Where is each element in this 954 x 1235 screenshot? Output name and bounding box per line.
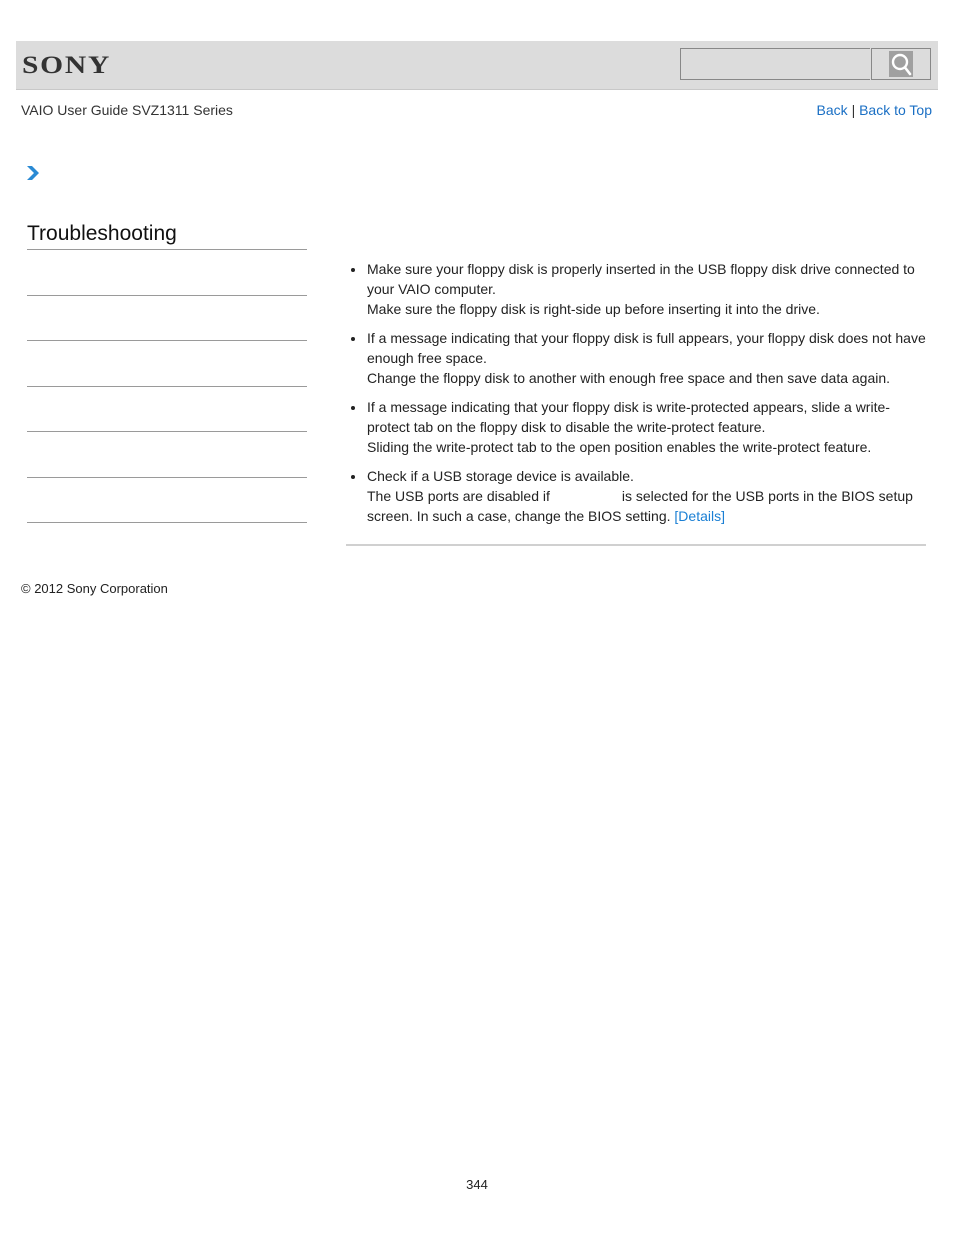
tip-main: If a message indicating that your floppy… [367, 330, 926, 366]
sidebar-item[interactable] [27, 295, 307, 296]
tip-main: Check if a USB storage device is availab… [367, 468, 634, 484]
details-link[interactable]: [Details] [674, 508, 725, 524]
nav-separator: | [851, 102, 856, 118]
nav-links: Back | Back to Top [817, 102, 932, 118]
sidebar-title: Troubleshooting [27, 222, 177, 245]
sony-logo: SONY [22, 52, 112, 79]
page-number: 344 [466, 1177, 488, 1192]
sidebar-item[interactable] [27, 340, 307, 341]
magnifier-icon [889, 51, 913, 77]
back-to-top-link[interactable]: Back to Top [859, 102, 932, 118]
sidebar-divider [27, 249, 307, 250]
copyright: © 2012 Sony Corporation [21, 581, 168, 596]
content-divider [346, 544, 926, 546]
list-item: Check if a USB storage device is availab… [346, 466, 926, 526]
sidebar-item[interactable] [27, 477, 307, 478]
guide-title: VAIO User Guide SVZ1311 Series [21, 102, 233, 118]
tip-detail: Change the floppy disk to another with e… [367, 370, 891, 386]
chevron-right-icon[interactable] [26, 165, 40, 186]
list-item: If a message indicating that your floppy… [346, 328, 926, 388]
list-item: Make sure your floppy disk is properly i… [346, 259, 926, 319]
site-header: SONY [16, 41, 938, 90]
tip-main: Make sure your floppy disk is properly i… [367, 261, 915, 297]
sidebar-item[interactable] [27, 386, 307, 387]
search-button[interactable] [871, 48, 931, 80]
tip-detail: Sliding the write-protect tab to the ope… [367, 439, 872, 455]
tip-main: If a message indicating that your floppy… [367, 399, 890, 435]
back-link[interactable]: Back [817, 102, 848, 118]
tip-detail-pre: The USB ports are disabled if [367, 488, 550, 504]
tips-list: Make sure your floppy disk is properly i… [346, 259, 926, 526]
search-input[interactable] [680, 48, 870, 80]
sidebar-item[interactable] [27, 522, 307, 523]
main-content: Make sure your floppy disk is properly i… [346, 259, 926, 535]
sidebar-item[interactable] [27, 431, 307, 432]
list-item: If a message indicating that your floppy… [346, 397, 926, 457]
tip-detail: Make sure the floppy disk is right-side … [367, 301, 820, 317]
